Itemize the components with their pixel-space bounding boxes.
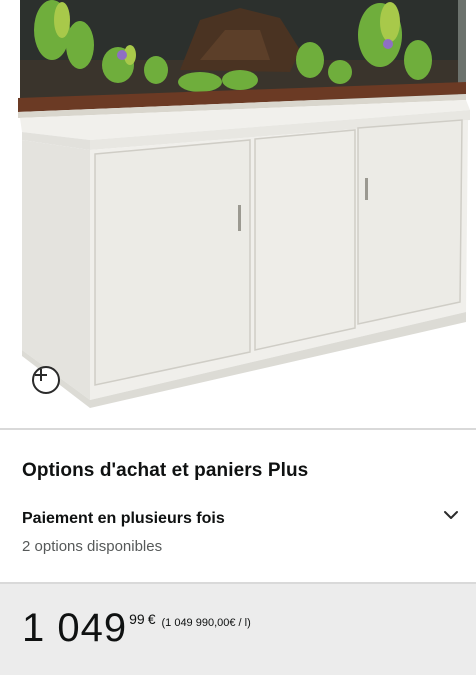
product-image[interactable] <box>0 0 476 428</box>
price: 1 049 99 € (1 049 990,00€ / l) <box>22 606 251 650</box>
purchase-options-section: Options d'achat et paniers Plus Paiement… <box>0 430 476 582</box>
installments-subtitle: 2 options disponibles <box>22 538 163 555</box>
price-currency: € <box>147 611 156 627</box>
chevron-down-icon[interactable] <box>440 504 462 526</box>
purchase-options-title: Options d'achat et paniers Plus <box>22 460 309 481</box>
price-section: 1 049 99 € (1 049 990,00€ / l) <box>0 584 476 675</box>
zoom-button[interactable] <box>32 366 60 394</box>
installments-title: Paiement en plusieurs fois <box>22 510 225 527</box>
unit-price: (1 049 990,00€ / l) <box>161 617 251 629</box>
plus-icon <box>35 369 47 381</box>
installments-option[interactable]: Paiement en plusieurs fois 2 options dis… <box>0 500 476 562</box>
price-whole: 1 049 <box>22 606 128 650</box>
aquarium-cabinet-illustration <box>18 0 470 408</box>
price-fraction: 99 <box>129 611 145 627</box>
